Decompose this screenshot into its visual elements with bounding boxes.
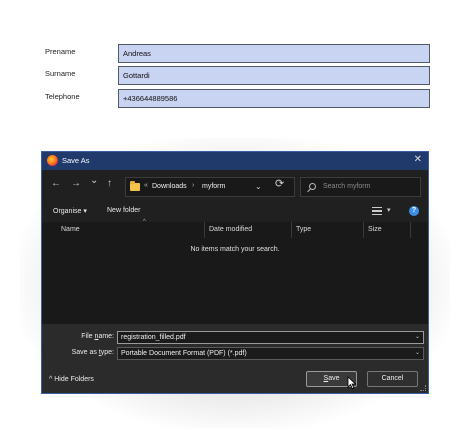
- file-name-value: registration_filled.pdf: [121, 334, 186, 341]
- sort-ascending-icon: ^: [143, 219, 146, 225]
- firefox-logo-icon: [47, 155, 58, 166]
- surname-label: Surname: [45, 69, 76, 78]
- refresh-icon[interactable]: ⟳: [275, 177, 284, 190]
- telephone-label: Telephone: [45, 92, 80, 101]
- back-arrow-icon[interactable]: ←: [51, 178, 61, 189]
- folder-icon: [130, 181, 140, 191]
- navigation-bar: ← → ⌄ ↑ « Downloads › myform ⌄ ⟳ Search …: [42, 170, 428, 202]
- column-header-size[interactable]: Size: [364, 222, 411, 238]
- up-arrow-icon[interactable]: ↑: [107, 178, 112, 189]
- help-icon[interactable]: ?: [409, 206, 419, 216]
- save-as-type-label: Save as type:: [71, 349, 114, 356]
- column-header-name[interactable]: Name ^: [57, 219, 205, 238]
- file-name-dropdown-chevron-icon[interactable]: ⌄: [415, 333, 420, 340]
- hide-folders-button[interactable]: ^ Hide Folders: [49, 376, 94, 383]
- close-icon[interactable]: ✕: [414, 154, 422, 165]
- view-options-icon[interactable]: [372, 207, 382, 215]
- breadcrumb-myform[interactable]: myform: [202, 183, 225, 190]
- file-name-label: File name:: [81, 333, 114, 340]
- search-icon: [309, 183, 316, 190]
- new-folder-button[interactable]: New folder: [107, 207, 140, 214]
- save-as-type-select[interactable]: Portable Document Format (PDF) (*.pdf) ⌄: [117, 347, 424, 360]
- column-type-label: Type: [296, 226, 312, 233]
- search-input[interactable]: Search myform: [300, 177, 421, 197]
- organise-menu-button[interactable]: Organise ▾: [53, 207, 87, 215]
- column-size-label: Size: [368, 226, 382, 233]
- address-dropdown-chevron-icon[interactable]: ⌄: [255, 182, 262, 191]
- mouse-pointer-icon: [347, 376, 357, 390]
- address-overflow-icon[interactable]: «: [144, 182, 148, 189]
- view-dropdown-chevron-icon[interactable]: ▾: [387, 206, 391, 214]
- forward-arrow-icon[interactable]: →: [71, 178, 81, 189]
- empty-folder-message: No items match your search.: [190, 246, 280, 253]
- address-bar[interactable]: « Downloads › myform ⌄: [125, 177, 295, 197]
- command-toolbar: Organise ▾ New folder ▾ ?: [42, 202, 428, 222]
- form-row-telephone: Telephone +436644889586: [45, 89, 430, 108]
- dialog-titlebar[interactable]: Save As ✕: [42, 152, 428, 170]
- form-row-prename: Prename Andreas: [45, 44, 430, 63]
- column-name-label: Name: [61, 226, 80, 233]
- form-row-surname: Surname Gottardi: [45, 66, 430, 85]
- save-as-type-value: Portable Document Format (PDF) (*.pdf): [121, 350, 247, 357]
- telephone-input[interactable]: +436644889586: [118, 89, 430, 108]
- prename-input[interactable]: Andreas: [118, 44, 430, 63]
- save-as-dialog: Save As ✕ ← → ⌄ ↑ « Downloads › myform ⌄…: [41, 151, 429, 394]
- dialog-title: Save As: [62, 156, 90, 165]
- resize-grip-icon[interactable]: [420, 385, 426, 391]
- breadcrumb-downloads[interactable]: Downloads: [152, 183, 187, 190]
- recent-locations-chevron-icon[interactable]: ⌄: [90, 175, 98, 186]
- cancel-button[interactable]: Cancel: [367, 371, 418, 387]
- file-list[interactable]: Name ^ Date modified Type Size No items …: [42, 219, 428, 324]
- surname-input[interactable]: Gottardi: [118, 66, 430, 85]
- column-date-label: Date modified: [209, 226, 253, 233]
- column-header-date-modified[interactable]: Date modified: [205, 222, 292, 238]
- save-as-type-dropdown-chevron-icon[interactable]: ⌄: [415, 349, 420, 356]
- screenshot-stage: Prename Andreas Surname Gottardi Telepho…: [0, 0, 474, 445]
- save-options-panel: File name: registration_filled.pdf ⌄ Sav…: [42, 324, 428, 393]
- search-placeholder: Search myform: [323, 183, 371, 190]
- prename-label: Prename: [45, 47, 76, 56]
- file-name-input[interactable]: registration_filled.pdf ⌄: [117, 331, 424, 344]
- breadcrumb-separator-icon: ›: [192, 182, 195, 189]
- column-header-type[interactable]: Type: [292, 222, 364, 238]
